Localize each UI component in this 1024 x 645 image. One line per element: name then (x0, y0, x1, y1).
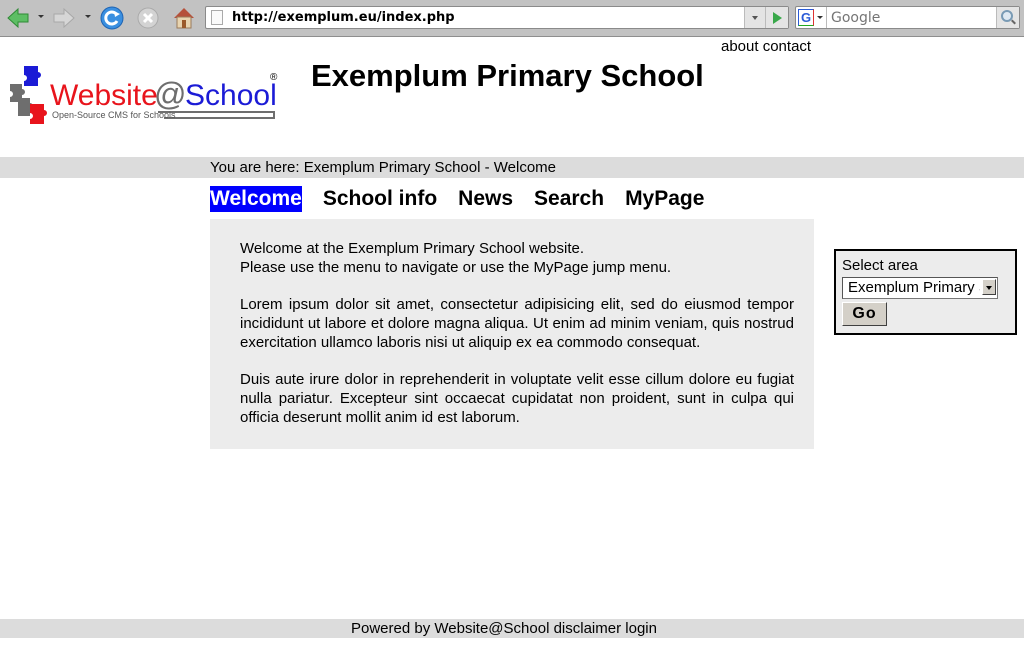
area-select[interactable]: Exemplum Primary School (842, 277, 998, 299)
menu-item-school-info[interactable]: School info (323, 186, 437, 212)
stop-button[interactable] (135, 5, 161, 31)
login-link[interactable]: login (625, 620, 657, 637)
home-icon (174, 8, 194, 29)
logo-brand-left: Website (50, 79, 158, 112)
lorem-paragraph-2: Duis aute irure dolor in reprehenderit i… (240, 371, 794, 426)
stop-icon (137, 7, 159, 29)
engine-dropdown-icon[interactable] (817, 16, 823, 19)
menu-item-welcome[interactable]: Welcome (210, 186, 302, 212)
forward-arrow-icon (53, 7, 75, 29)
url-history-dropdown[interactable] (744, 7, 765, 28)
home-button[interactable] (171, 5, 197, 31)
content-text: Welcome at the Exemplum Primary School w… (240, 239, 794, 445)
back-button[interactable] (5, 5, 31, 31)
chevron-down-icon[interactable] (982, 279, 996, 295)
go-arrow-icon[interactable] (765, 7, 788, 28)
go-button[interactable]: Go (842, 302, 887, 326)
lorem-paragraph-1: Lorem ipsum dolor sit amet, consectetur … (240, 296, 794, 351)
area-selector-box: Select area Exemplum Primary School Go (834, 249, 1017, 335)
browser-toolbar: http://exemplum.eu/index.php G (0, 0, 1024, 37)
breadcrumb-bar: You are here: Exemplum Primary School - … (0, 157, 1024, 178)
breadcrumb-separator: - (484, 159, 490, 176)
puzzle-logo-icon: Website @ School ® Open-Source CMS for S… (10, 66, 278, 124)
powered-by-text: Powered by (351, 620, 431, 637)
about-link[interactable]: about (721, 38, 759, 55)
area-select-value: Exemplum Primary School (848, 279, 980, 296)
content-area: Welcome at the Exemplum Primary School w… (210, 219, 814, 449)
breadcrumb-prefix: You are here: (210, 159, 300, 176)
reload-button[interactable] (99, 5, 125, 31)
forward-button[interactable] (51, 5, 77, 31)
search-input[interactable] (826, 7, 1001, 28)
url-text[interactable]: http://exemplum.eu/index.php (232, 10, 455, 25)
main-menu: Welcome School info News Search MyPage (210, 186, 725, 212)
logo-brand-right: School (185, 79, 277, 112)
footer: Powered by Website@School disclaimer log… (351, 620, 657, 637)
intro-line-2: Please use the menu to navigate or use t… (240, 259, 672, 276)
powered-by-link[interactable]: Website@School (434, 620, 549, 637)
search-engine-icon[interactable]: G (798, 9, 814, 26)
breadcrumb: You are here: Exemplum Primary School - … (210, 159, 556, 176)
website-at-school-logo[interactable]: Website @ School ® Open-Source CMS for S… (6, 62, 284, 132)
address-bar[interactable]: http://exemplum.eu/index.php (205, 6, 789, 29)
menu-item-news[interactable]: News (458, 186, 513, 212)
page-icon (211, 10, 223, 25)
disclaimer-link[interactable]: disclaimer (554, 620, 622, 637)
back-arrow-icon (7, 7, 29, 29)
menu-item-mypage[interactable]: MyPage (625, 186, 704, 212)
top-links: about contact (721, 38, 811, 55)
menu-item-search[interactable]: Search (534, 186, 604, 212)
logo-brand-at: @ (154, 76, 186, 112)
site-title: Exemplum Primary School (311, 58, 704, 93)
footer-bar: Powered by Website@School disclaimer log… (0, 619, 1024, 638)
search-bar: G (795, 6, 1020, 29)
registered-mark: ® (270, 72, 278, 83)
back-history-dropdown[interactable] (38, 15, 44, 18)
intro-paragraph: Welcome at the Exemplum Primary School w… (240, 239, 794, 277)
forward-history-dropdown[interactable] (85, 15, 91, 18)
breadcrumb-item-welcome[interactable]: Welcome (494, 159, 556, 176)
contact-link[interactable]: contact (763, 38, 811, 55)
intro-line-1: Welcome at the Exemplum Primary School w… (240, 240, 585, 257)
magnifier-icon[interactable] (996, 7, 1019, 28)
reload-icon (100, 6, 124, 30)
breadcrumb-item-home[interactable]: Exemplum Primary School (304, 159, 481, 176)
select-area-label: Select area (842, 257, 918, 274)
logo-tagline: Open-Source CMS for Schools (52, 110, 176, 120)
